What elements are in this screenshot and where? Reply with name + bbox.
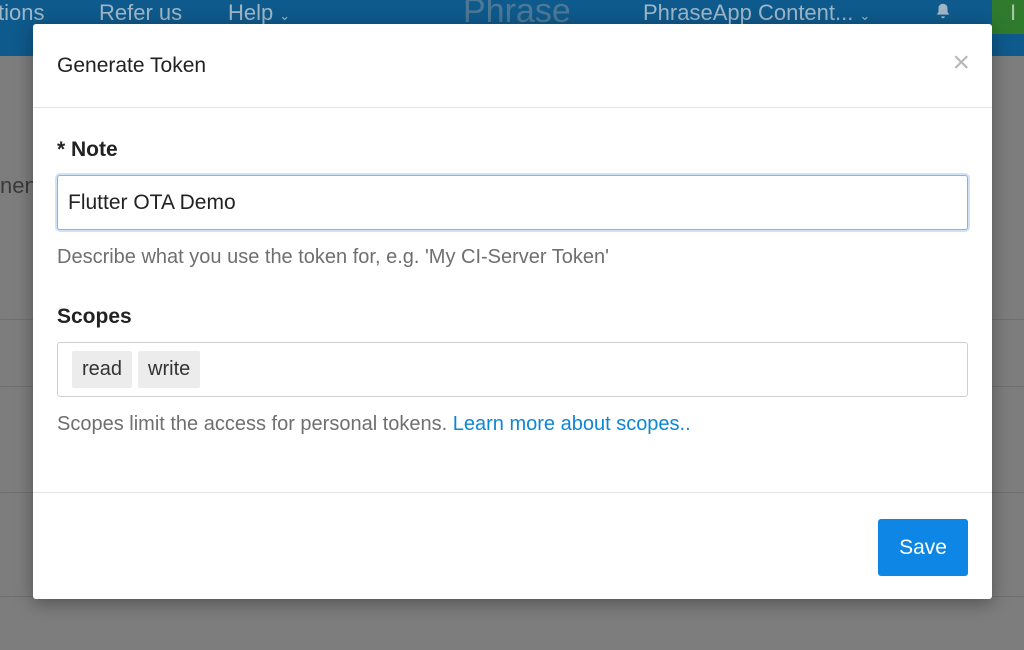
chevron-down-icon: ⌄ [859,8,871,23]
sidebar-partial-text: nen [0,173,37,198]
modal-footer: Save [33,492,992,600]
note-help-text: Describe what you use the token for, e.g… [57,246,609,268]
modal-title: Generate Token [57,54,207,77]
generate-token-modal: Generate Token × * Note Describe what yo… [33,24,992,599]
nav-help-label: Help [228,0,274,25]
scopes-input[interactable]: read write [57,342,968,397]
scopes-help-text: Scopes limit the access for personal tok… [57,413,691,436]
nav-item-help[interactable]: Help ⌄ [228,0,290,26]
bell-icon[interactable] [934,2,952,20]
project-switcher[interactable]: PhraseApp Content... ⌄ [643,0,870,26]
scope-tag-read[interactable]: read [72,351,133,388]
modal-header: Generate Token × [33,24,992,108]
nav-item-integrations[interactable]: tions [0,0,44,26]
chevron-down-icon: ⌄ [279,8,291,23]
save-button[interactable]: Save [878,519,968,576]
learn-more-scopes-link[interactable]: Learn more about scopes.. [453,413,691,435]
close-icon[interactable]: × [952,48,970,78]
scopes-help-label: Scopes limit the access for personal tok… [57,413,448,435]
nav-item-refer[interactable]: Refer us [99,0,182,26]
scope-tag-write[interactable]: write [138,351,201,388]
note-label: * Note [57,138,118,161]
scopes-label: Scopes [57,305,132,328]
cta-button[interactable]: I [992,0,1024,34]
note-input[interactable] [57,175,968,230]
project-switcher-label: PhraseApp Content... [643,0,854,25]
